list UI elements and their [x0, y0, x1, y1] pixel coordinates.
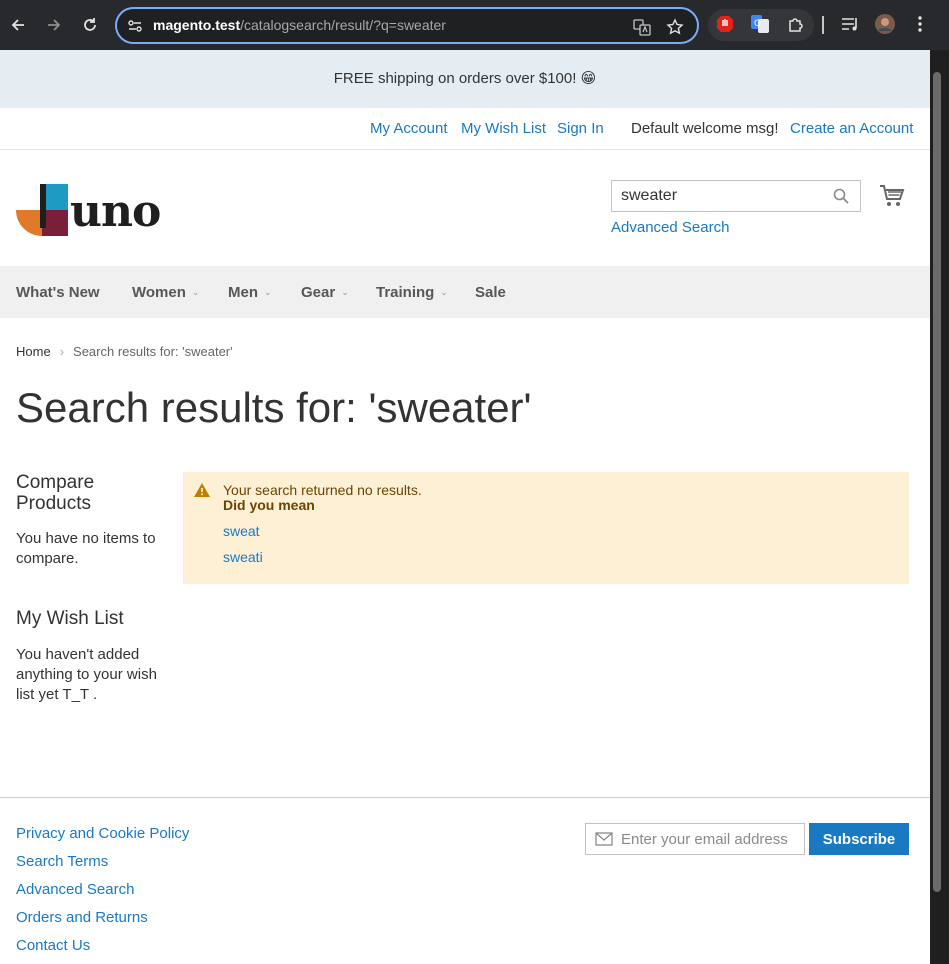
nav-item-label: Training — [376, 284, 435, 301]
reading-list-icon[interactable] — [841, 16, 859, 37]
back-icon[interactable] — [7, 14, 29, 36]
chevron-down-icon: ⌄ — [341, 287, 349, 297]
search-input[interactable] — [621, 185, 821, 207]
did-you-mean-label: Did you mean — [223, 497, 315, 513]
footer-divider — [0, 797, 930, 798]
sign-in-link[interactable]: Sign In — [557, 120, 604, 137]
chevron-down-icon: ⌄ — [264, 287, 272, 297]
site-info-icon[interactable] — [127, 18, 143, 39]
page-title: Search results for: 'sweater' — [16, 384, 532, 431]
nav-item-label: Sale — [475, 284, 506, 301]
header-links-bar: My Account My Wish List Sign In Default … — [0, 108, 930, 150]
my-wish-list-link[interactable]: My Wish List — [461, 120, 546, 137]
chevron-down-icon: ⌄ — [191, 287, 200, 297]
svg-text:G: G — [754, 19, 761, 29]
wishlist-heading: My Wish List — [16, 608, 124, 629]
page-scrollbar[interactable] — [930, 50, 949, 964]
envelope-icon — [595, 832, 613, 851]
toolbar-separator — [822, 16, 824, 34]
reload-icon[interactable] — [79, 14, 101, 36]
compare-empty-text: You have no items to compare. — [16, 530, 156, 567]
url-domain: magento.test — [153, 17, 241, 33]
breadcrumb-home-link[interactable]: Home — [16, 344, 51, 359]
my-account-link[interactable]: My Account — [370, 120, 448, 137]
nav-item-gear[interactable]: Gear ⌄ — [301, 284, 349, 301]
create-account-link[interactable]: Create an Account — [790, 120, 913, 137]
browser-menu-icon[interactable] — [917, 15, 923, 38]
advanced-search-link[interactable]: Advanced Search — [611, 219, 729, 236]
forward-icon[interactable] — [43, 14, 65, 36]
nav-item-label: Men — [228, 284, 258, 301]
suggestion-link[interactable]: sweati — [223, 549, 263, 565]
footer-link-contact[interactable]: Contact Us — [16, 937, 90, 954]
newsletter-box — [585, 823, 805, 855]
profile-avatar[interactable] — [875, 14, 895, 39]
compare-heading-line2: Products — [16, 493, 91, 514]
page-viewport: FREE shipping on orders over $100! 😁 My … — [0, 50, 930, 964]
nav-item-label: Women — [132, 284, 186, 301]
footer-link-advanced-search[interactable]: Advanced Search — [16, 881, 134, 898]
chevron-down-icon: ⌄ — [440, 287, 448, 297]
url-path: /catalogsearch/result/?q=sweater — [240, 17, 446, 33]
footer-link-search-terms[interactable]: Search Terms — [16, 853, 108, 870]
compare-products-heading: Compare Products — [16, 472, 94, 514]
adblock-extension-icon[interactable] — [716, 15, 734, 38]
nav-item-training[interactable]: Training ⌄ — [376, 284, 448, 301]
shopping-cart-icon[interactable] — [879, 184, 905, 213]
footer-link-orders-returns[interactable]: Orders and Returns — [16, 909, 148, 926]
scrollbar-thumb[interactable] — [933, 72, 941, 892]
newsletter-email-input[interactable] — [621, 829, 799, 849]
search-icon[interactable] — [833, 188, 849, 209]
url-text: magento.test/catalogsearch/result/?q=swe… — [153, 17, 446, 33]
breadcrumb: Home › Search results for: 'sweater' — [16, 344, 233, 359]
warning-icon — [193, 482, 211, 503]
subscribe-button[interactable]: Subscribe — [809, 823, 909, 855]
chevron-right-icon: › — [59, 344, 65, 359]
main-navigation: What's New Women ⌄ Men ⌄ Gear ⌄ Training ⌄ S… — [0, 266, 930, 318]
translate-icon[interactable] — [633, 18, 651, 41]
suggestion-link[interactable]: sweat — [223, 523, 260, 539]
logo-text: uno — [70, 186, 161, 237]
nav-item-label: What's New — [16, 284, 100, 301]
wishlist-empty-text: You haven't added anything to your wish … — [16, 646, 157, 703]
compare-heading-line1: Compare — [16, 472, 95, 493]
bookmark-star-icon[interactable] — [666, 18, 684, 41]
nav-item-whats-new[interactable]: What's New — [16, 284, 100, 301]
nav-item-label: Gear — [301, 284, 336, 301]
promo-banner: FREE shipping on orders over $100! 😁 — [0, 50, 930, 108]
nav-item-men[interactable]: Men ⌄ — [228, 284, 272, 301]
nav-item-sale[interactable]: Sale — [475, 284, 506, 301]
notice-message: Your search returned no results. — [223, 482, 422, 498]
breadcrumb-current: Search results for: 'sweater' — [73, 344, 233, 359]
browser-toolbar: magento.test/catalogsearch/result/?q=swe… — [0, 0, 949, 50]
google-translate-extension-icon[interactable]: G — [751, 15, 769, 38]
search-box — [611, 180, 861, 212]
nav-item-women[interactable]: Women ⌄ — [132, 284, 199, 301]
no-results-notice: Your search returned no results. Did you… — [183, 472, 909, 584]
address-bar[interactable]: magento.test/catalogsearch/result/?q=swe… — [115, 7, 699, 44]
logo-mark-icon — [16, 184, 68, 241]
extensions-puzzle-icon[interactable] — [787, 15, 805, 38]
welcome-message: Default welcome msg! — [631, 120, 779, 137]
footer-link-privacy[interactable]: Privacy and Cookie Policy — [16, 825, 189, 842]
